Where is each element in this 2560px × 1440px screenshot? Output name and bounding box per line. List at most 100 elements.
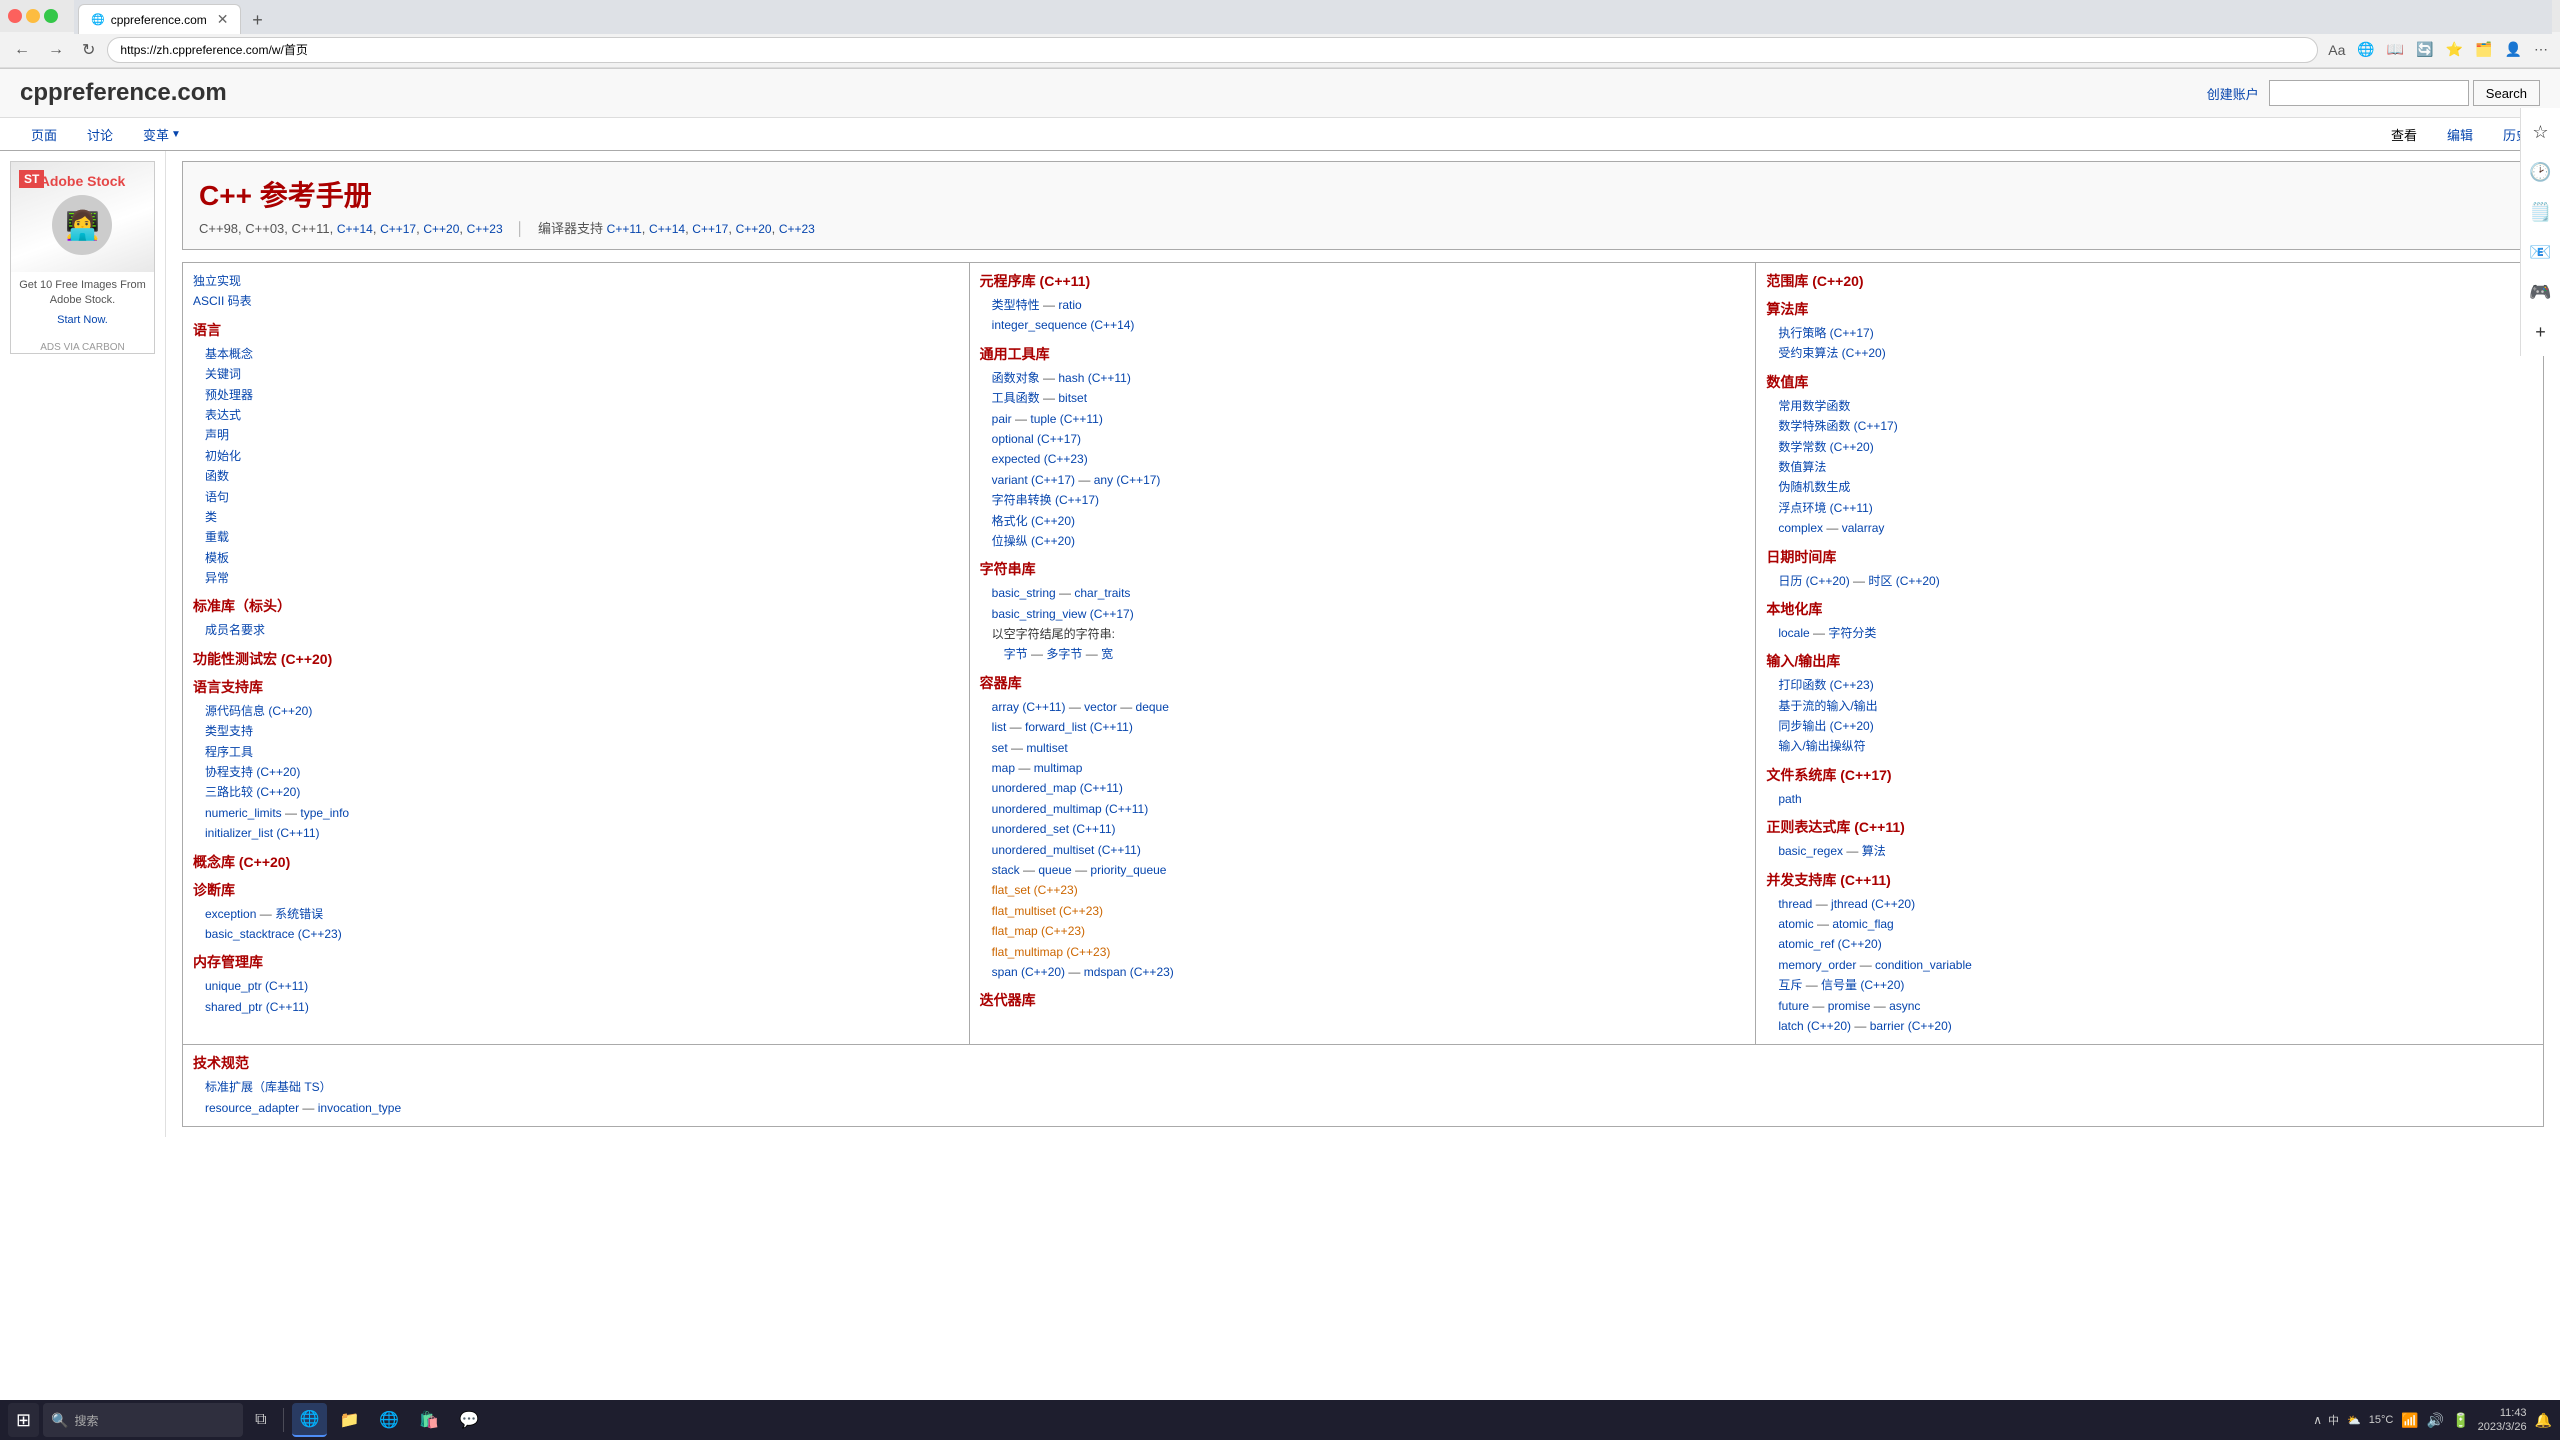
link-latch[interactable]: latch (C++20) bbox=[1778, 1019, 1851, 1033]
taskbar-edge[interactable]: 🌐 bbox=[371, 1403, 407, 1437]
read-mode-button[interactable]: Aa bbox=[2324, 38, 2349, 62]
link-multibyte-strings[interactable]: 多字节 bbox=[1046, 647, 1082, 661]
link-atomic[interactable]: atomic bbox=[1778, 917, 1813, 931]
link-format[interactable]: 格式化 (C++20) bbox=[992, 514, 1075, 528]
link-priority-queue[interactable]: priority_queue bbox=[1090, 863, 1166, 877]
link-valarray[interactable]: valarray bbox=[1842, 521, 1885, 535]
link-stream-io[interactable]: 基于流的输入/输出 bbox=[1778, 699, 1877, 713]
link-expected[interactable]: expected (C++23) bbox=[992, 452, 1088, 466]
cpp-version-17[interactable]: C++17 bbox=[380, 222, 416, 236]
link-basic-string[interactable]: basic_string bbox=[992, 586, 1056, 600]
maximize-button[interactable] bbox=[44, 9, 58, 23]
link-system-error[interactable]: 系统错误 bbox=[275, 907, 323, 921]
link-pair[interactable]: pair bbox=[992, 412, 1012, 426]
link-source-info[interactable]: 源代码信息 (C++20) bbox=[205, 704, 312, 718]
link-multimap[interactable]: multimap bbox=[1034, 761, 1083, 775]
more-button[interactable]: ⋯ bbox=[2530, 37, 2552, 62]
link-special-math[interactable]: 数学特殊函数 (C++17) bbox=[1778, 419, 1897, 433]
link-stack[interactable]: stack bbox=[992, 863, 1020, 877]
link-bitset[interactable]: bitset bbox=[1058, 391, 1087, 405]
minimize-button[interactable] bbox=[26, 9, 40, 23]
sidebar-games-icon[interactable]: 🎮 bbox=[2525, 276, 2557, 308]
link-memory-order[interactable]: memory_order bbox=[1778, 958, 1856, 972]
link-semaphore[interactable]: 信号量 (C++20) bbox=[1821, 978, 1904, 992]
link-optional[interactable]: optional (C++17) bbox=[992, 432, 1081, 446]
link-path[interactable]: path bbox=[1778, 792, 1801, 806]
dropdown-arrow-icon[interactable]: ▼ bbox=[171, 129, 181, 140]
link-thread[interactable]: thread bbox=[1778, 897, 1812, 911]
link-promise[interactable]: promise bbox=[1828, 999, 1871, 1013]
network-icon[interactable]: 📶 bbox=[2401, 1412, 2418, 1429]
link-flat-multimap[interactable]: flat_multimap (C++23) bbox=[992, 945, 1111, 959]
cpp-version-23[interactable]: C++23 bbox=[467, 222, 503, 236]
link-list[interactable]: list bbox=[992, 720, 1007, 734]
link-async[interactable]: async bbox=[1889, 999, 1920, 1013]
link-preprocessor[interactable]: 预处理器 bbox=[205, 388, 253, 402]
link-variant[interactable]: variant (C++17) bbox=[992, 473, 1075, 487]
link-templates[interactable]: 模板 bbox=[205, 551, 229, 565]
link-ratio[interactable]: ratio bbox=[1058, 298, 1081, 312]
tab-view[interactable]: 查看 bbox=[2376, 118, 2432, 150]
link-type-support[interactable]: 类型支持 bbox=[205, 724, 253, 738]
ad-cta-link[interactable]: Start Now. bbox=[17, 309, 148, 332]
immersive-reader-button[interactable]: 📖 bbox=[2383, 37, 2408, 62]
back-button[interactable]: ← bbox=[8, 37, 36, 63]
link-standalone[interactable]: 独立实现 bbox=[193, 274, 241, 288]
link-constrained-algos[interactable]: 受约束算法 (C++20) bbox=[1778, 346, 1885, 360]
sidebar-outlook-icon[interactable]: 📧 bbox=[2525, 236, 2557, 268]
refresh-button2[interactable]: 🔄 bbox=[2412, 37, 2437, 62]
compiler-23[interactable]: C++23 bbox=[779, 222, 815, 236]
sidebar-history-icon[interactable]: 🕑 bbox=[2525, 156, 2557, 188]
search-taskbar[interactable]: 🔍 搜索 bbox=[43, 1403, 243, 1437]
battery-icon[interactable]: 🔋 bbox=[2452, 1412, 2469, 1429]
create-account-link[interactable]: 创建账户 bbox=[2207, 84, 2259, 103]
link-flat-set[interactable]: flat_set (C++23) bbox=[992, 883, 1078, 897]
link-concepts[interactable]: 基本概念 bbox=[205, 347, 253, 361]
link-program-utilities[interactable]: 程序工具 bbox=[205, 745, 253, 759]
collections-button[interactable]: 🗂️ bbox=[2471, 37, 2496, 62]
link-execution-policy[interactable]: 执行策略 (C++17) bbox=[1778, 326, 1873, 340]
new-tab-button[interactable]: + bbox=[243, 6, 271, 34]
link-map[interactable]: map bbox=[992, 761, 1015, 775]
link-tuple[interactable]: tuple (C++11) bbox=[1030, 412, 1103, 426]
link-keywords[interactable]: 关键词 bbox=[205, 367, 241, 381]
link-initialization[interactable]: 初始化 bbox=[205, 449, 241, 463]
favorites-button[interactable]: ⭐ bbox=[2442, 37, 2467, 62]
link-fenv[interactable]: 浮点环境 (C++11) bbox=[1778, 501, 1872, 515]
link-forward-list[interactable]: forward_list (C++11) bbox=[1025, 720, 1133, 734]
link-char-class[interactable]: 字符分类 bbox=[1828, 626, 1876, 640]
link-function-objects[interactable]: 函数对象 bbox=[992, 371, 1040, 385]
link-set[interactable]: set bbox=[992, 741, 1008, 755]
link-multiset[interactable]: multiset bbox=[1026, 741, 1067, 755]
link-declarations[interactable]: 声明 bbox=[205, 428, 229, 442]
sidebar-collections-icon[interactable]: 🗒️ bbox=[2525, 196, 2557, 228]
sidebar-favorites-icon[interactable]: ☆ bbox=[2525, 116, 2557, 148]
link-span[interactable]: span (C++20) bbox=[992, 965, 1065, 979]
link-shared-ptr[interactable]: shared_ptr (C++11) bbox=[205, 1000, 309, 1014]
link-math-constants[interactable]: 数学常数 (C++20) bbox=[1778, 440, 1873, 454]
link-print[interactable]: 打印函数 (C++23) bbox=[1778, 678, 1873, 692]
link-byte-strings[interactable]: 字节 bbox=[1004, 647, 1028, 661]
active-tab[interactable]: 🌐 cppreference.com ✕ bbox=[78, 4, 241, 34]
link-condition-variable[interactable]: condition_variable bbox=[1875, 958, 1972, 972]
link-statements[interactable]: 语句 bbox=[205, 490, 229, 504]
link-timezone[interactable]: 时区 (C++20) bbox=[1868, 574, 1939, 588]
link-classes[interactable]: 类 bbox=[205, 510, 217, 524]
link-atomic-flag[interactable]: atomic_flag bbox=[1832, 917, 1893, 931]
tab-edit[interactable]: 编辑 bbox=[2432, 118, 2488, 150]
link-array[interactable]: array (C++11) bbox=[992, 700, 1066, 714]
link-basic-regex[interactable]: basic_regex bbox=[1778, 844, 1843, 858]
cpp-version-20[interactable]: C++20 bbox=[423, 222, 459, 236]
search-button[interactable]: Search bbox=[2473, 80, 2540, 106]
link-any[interactable]: any (C++17) bbox=[1094, 473, 1161, 487]
link-calendar[interactable]: 日历 (C++20) bbox=[1778, 574, 1849, 588]
link-unordered-map[interactable]: unordered_map (C++11) bbox=[992, 781, 1123, 795]
close-button[interactable] bbox=[8, 9, 22, 23]
forward-button[interactable]: → bbox=[42, 37, 70, 63]
link-initializer-list[interactable]: initializer_list (C++11) bbox=[205, 826, 320, 840]
tray-arrow[interactable]: ∧ bbox=[2313, 1413, 2322, 1427]
link-stacktrace[interactable]: basic_stacktrace (C++23) bbox=[205, 927, 342, 941]
link-type-traits[interactable]: 类型特性 bbox=[992, 298, 1040, 312]
link-exception[interactable]: exception bbox=[205, 907, 256, 921]
link-overload[interactable]: 重载 bbox=[205, 530, 229, 544]
